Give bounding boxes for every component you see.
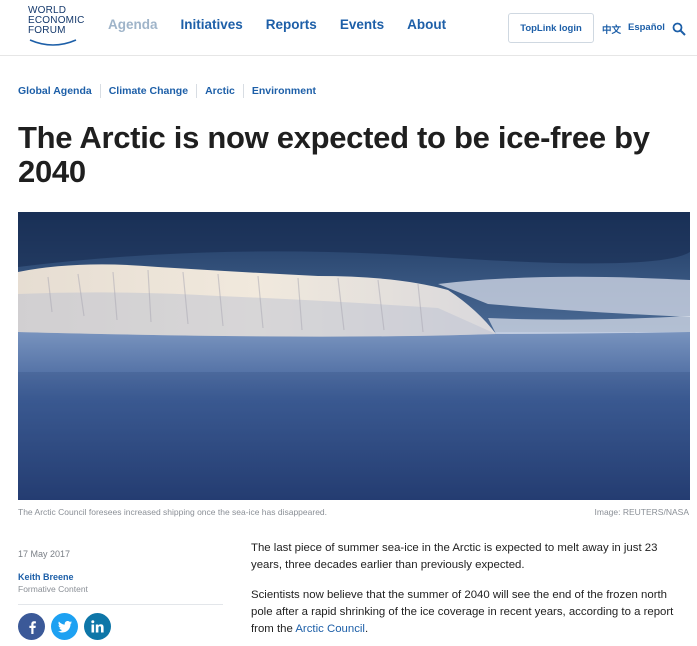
- breadcrumb-environment[interactable]: Environment: [252, 85, 316, 97]
- lang-chinese-link[interactable]: 中文: [602, 22, 621, 36]
- breadcrumb-arctic[interactable]: Arctic: [205, 85, 235, 97]
- twitter-share-button[interactable]: [51, 613, 78, 640]
- nav-about[interactable]: About: [407, 17, 446, 32]
- breadcrumb-climate-change[interactable]: Climate Change: [109, 85, 188, 97]
- breadcrumb-divider: [242, 84, 244, 98]
- site-header: WORLD ECONOMIC FORUM Agenda Initiatives …: [0, 0, 697, 56]
- author-role: Formative Content: [18, 584, 88, 594]
- nav-events[interactable]: Events: [340, 17, 384, 32]
- wef-logo[interactable]: WORLD ECONOMIC FORUM: [28, 6, 84, 50]
- linkedin-icon: [91, 620, 104, 633]
- publish-date: 17 May 2017: [18, 549, 71, 559]
- nav-agenda[interactable]: Agenda: [108, 17, 158, 32]
- meta-divider: [18, 604, 223, 605]
- arctic-council-link[interactable]: Arctic Council: [295, 623, 365, 635]
- facebook-share-button[interactable]: [18, 613, 45, 640]
- main-nav: Agenda Initiatives Reports Events About: [108, 17, 469, 32]
- breadcrumb-divider: [196, 84, 198, 98]
- author-name[interactable]: Keith Breene: [18, 572, 74, 582]
- breadcrumb-global-agenda[interactable]: Global Agenda: [18, 85, 92, 97]
- breadcrumb: Global Agenda Climate Change Arctic Envi…: [18, 84, 316, 98]
- image-credit: Image: REUTERS/NASA: [594, 507, 689, 517]
- logo-line-3: FORUM: [28, 25, 66, 36]
- linkedin-share-button[interactable]: [84, 613, 111, 640]
- article-paragraph-2: Scientists now believe that the summer o…: [251, 587, 691, 638]
- breadcrumb-divider: [99, 84, 101, 98]
- paragraph-2-end: .: [364, 623, 369, 635]
- article-title: The Arctic is now expected to be ice-fre…: [18, 120, 650, 189]
- logo-arc-icon: [29, 39, 77, 46]
- facebook-icon: [28, 620, 36, 634]
- image-caption: The Arctic Council foresees increased sh…: [18, 507, 328, 517]
- search-icon[interactable]: [672, 22, 686, 36]
- article-paragraph-1: The last piece of summer sea-ice in the …: [251, 542, 658, 571]
- lang-spanish-link[interactable]: Español: [628, 22, 665, 33]
- nav-initiatives[interactable]: Initiatives: [181, 17, 243, 32]
- toplink-login-button[interactable]: TopLink login: [508, 13, 594, 43]
- hero-image: [18, 212, 690, 500]
- nav-reports[interactable]: Reports: [266, 17, 317, 32]
- twitter-icon: [57, 620, 72, 632]
